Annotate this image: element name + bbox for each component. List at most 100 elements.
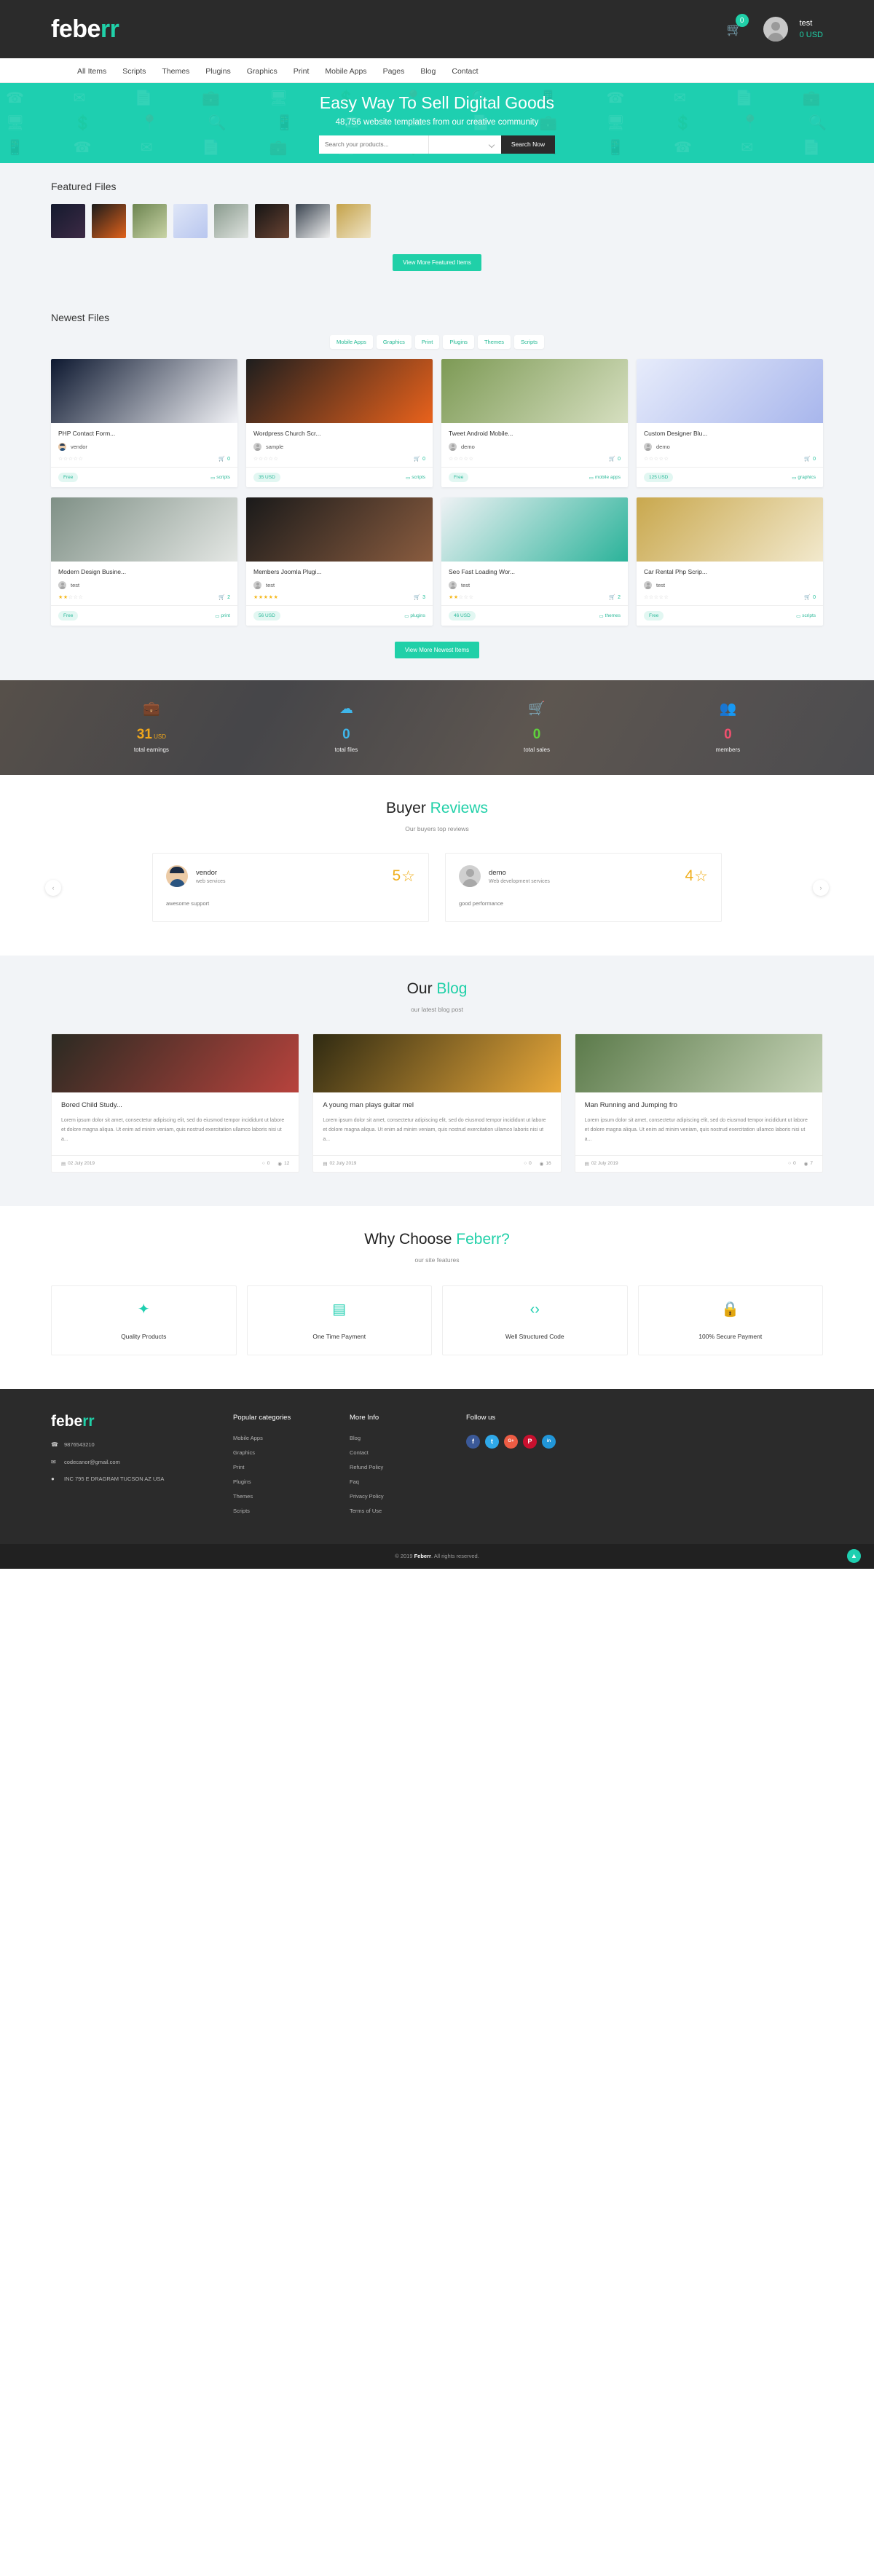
blog-image[interactable] — [313, 1034, 561, 1092]
download-count: 2 — [618, 594, 621, 600]
search-now-button[interactable]: Search Now — [500, 135, 556, 154]
nav-item-themes[interactable]: Themes — [162, 67, 189, 76]
product-card[interactable]: Modern Design Busine... test ★★☆☆☆ 🛒 2 Free ▭ p… — [51, 497, 237, 626]
blog-image[interactable] — [52, 1034, 299, 1092]
file-icon: ▭ — [792, 475, 797, 481]
car-rental-thumb[interactable] — [336, 204, 371, 238]
blog-comments: ○ 0 — [788, 1161, 796, 1167]
footer-category-scripts[interactable]: Scripts — [233, 1508, 350, 1514]
reviews-title-accent: Reviews — [430, 800, 489, 816]
blog-card[interactable]: Man Running and Jumping fro Lorem ipsum d… — [574, 1033, 823, 1173]
nav-item-pages[interactable]: Pages — [383, 67, 405, 76]
tab-scripts[interactable]: Scripts — [514, 335, 544, 349]
stat-label: total sales — [523, 747, 551, 753]
footer-logo[interactable]: feberr — [51, 1414, 233, 1429]
tab-print[interactable]: Print — [414, 335, 440, 349]
twitter-icon[interactable]: t — [485, 1434, 499, 1449]
scroll-to-top-button[interactable]: ▲ — [847, 1548, 861, 1563]
footer-link-refund-policy[interactable]: Refund Policy — [350, 1464, 466, 1470]
google-plus-icon[interactable]: G+ — [504, 1434, 518, 1449]
portfolio-dark-thumb[interactable] — [255, 204, 289, 238]
nav-item-mobile-apps[interactable]: Mobile Apps — [325, 67, 366, 76]
footer-link-privacy-policy[interactable]: Privacy Policy — [350, 1493, 466, 1500]
product-category[interactable]: ▭ plugins — [404, 613, 425, 619]
search-input[interactable] — [318, 135, 428, 154]
footer-category-print[interactable]: Print — [233, 1464, 350, 1470]
nav-item-print[interactable]: Print — [294, 67, 310, 76]
facebook-icon[interactable]: f — [466, 1434, 480, 1449]
nav-item-contact[interactable]: Contact — [452, 67, 478, 76]
tab-themes[interactable]: Themes — [477, 335, 511, 349]
footer-category-plugins[interactable]: Plugins — [233, 1478, 350, 1485]
nav-item-graphics[interactable]: Graphics — [247, 67, 277, 76]
product-card[interactable]: Members Joomla Plugi... test ★★★★★ 🛒 3 56 USD… — [246, 497, 433, 626]
product-thumbnail[interactable] — [441, 359, 628, 423]
leaf-card-thumb[interactable] — [214, 204, 248, 238]
cart-button[interactable]: 0 🛒 — [727, 14, 752, 42]
view-more-newest-button[interactable]: View More Newest Items — [394, 642, 480, 658]
nav-item-all-items[interactable]: All Items — [77, 67, 106, 76]
product-card[interactable]: PHP Contact Form... vendor ☆☆☆☆☆ 🛒 0 Free ▭ scr… — [51, 359, 237, 487]
product-downloads: 🛒 2 — [609, 594, 621, 601]
tab-graphics[interactable]: Graphics — [376, 335, 412, 349]
product-downloads: 🛒 0 — [609, 456, 621, 462]
product-category[interactable]: ▭ mobile apps — [589, 475, 621, 481]
copyright-suffix: . All rights reserved. — [430, 1553, 479, 1560]
product-card[interactable]: Tweet Android Mobile... demo ☆☆☆☆☆ 🛒 0 Free ▭ m… — [441, 359, 628, 487]
nav-item-blog[interactable]: Blog — [420, 67, 436, 76]
stat-total-files: ☁ 0 total files — [335, 702, 358, 753]
product-author: sample — [253, 443, 425, 451]
product-thumbnail[interactable] — [246, 359, 433, 423]
stat-members: 👥 0 members — [716, 702, 740, 753]
tab-mobile-apps[interactable]: Mobile Apps — [330, 335, 373, 349]
footer-email[interactable]: ✉ codecanor@gmail.com — [51, 1458, 233, 1468]
product-card[interactable]: Custom Designer Blu... demo ☆☆☆☆☆ 🛒 0 125 USD… — [637, 359, 823, 487]
blog-card[interactable]: A young man plays guitar mel Lorem ipsum … — [312, 1033, 562, 1173]
reviews-prev-arrow[interactable]: ‹ — [45, 879, 61, 896]
product-category[interactable]: ▭ themes — [599, 613, 621, 619]
nav-item-scripts[interactable]: Scripts — [122, 67, 146, 76]
blog-title-text: Bored Child Study... — [61, 1101, 122, 1109]
product-thumbnail[interactable] — [246, 497, 433, 562]
marketing-thumb[interactable] — [296, 204, 330, 238]
product-thumbnail[interactable] — [441, 497, 628, 562]
product-card[interactable]: Car Rental Php Scrip... test ☆☆☆☆☆ 🛒 0 Free ▭ s… — [637, 497, 823, 626]
category-select[interactable] — [428, 135, 501, 154]
product-price: 125 USD — [644, 473, 674, 482]
contact-form-thumb[interactable] — [51, 204, 85, 238]
product-thumbnail[interactable] — [637, 497, 823, 562]
footer-link-faq[interactable]: Faq — [350, 1478, 466, 1485]
footer-category-graphics[interactable]: Graphics — [233, 1449, 350, 1456]
linkedin-icon[interactable]: in — [542, 1434, 556, 1449]
product-category[interactable]: ▭ print — [215, 613, 230, 619]
footer-category-themes[interactable]: Themes — [233, 1493, 350, 1500]
product-card[interactable]: Wordpress Church Scr... sample ☆☆☆☆☆ 🛒 0 35 U… — [246, 359, 433, 487]
site-logo[interactable]: feberr — [51, 17, 119, 42]
product-thumbnail[interactable] — [51, 359, 237, 423]
product-category[interactable]: ▭ graphics — [792, 475, 816, 481]
sweet-life-thumb[interactable] — [133, 204, 167, 238]
users-icon: 👥 — [719, 701, 737, 717]
tab-plugins[interactable]: Plugins — [443, 335, 474, 349]
product-category[interactable]: ▭ scripts — [406, 475, 425, 481]
nav-item-plugins[interactable]: Plugins — [205, 67, 230, 76]
reviews-next-arrow[interactable]: › — [813, 879, 829, 896]
blog-card[interactable]: Bored Child Study... Lorem ipsum dolor si… — [51, 1033, 300, 1173]
product-card[interactable]: Seo Fast Loading Wor... test ★★☆☆☆ 🛒 2 46 USD… — [441, 497, 628, 626]
open-content-thumb[interactable] — [173, 204, 208, 238]
product-thumbnail[interactable] — [637, 359, 823, 423]
view-more-featured-button[interactable]: View More Featured Items — [393, 254, 481, 271]
pinterest-icon[interactable]: P — [523, 1434, 537, 1449]
avatar[interactable] — [763, 17, 788, 42]
footer-category-mobile-apps[interactable]: Mobile Apps — [233, 1435, 350, 1441]
product-category[interactable]: ▭ scripts — [210, 475, 230, 481]
blog-image[interactable] — [575, 1034, 822, 1092]
footer-link-terms-of-use[interactable]: Terms of Use — [350, 1508, 466, 1514]
product-category[interactable]: ▭ scripts — [796, 613, 816, 619]
church-theme-thumb[interactable] — [92, 204, 126, 238]
footer-link-contact[interactable]: Contact — [350, 1449, 466, 1456]
stat-total-sales: 🛒 0 total sales — [524, 702, 550, 753]
product-thumbnail[interactable] — [51, 497, 237, 562]
product-author-name: test — [266, 582, 275, 588]
footer-link-blog[interactable]: Blog — [350, 1435, 466, 1441]
